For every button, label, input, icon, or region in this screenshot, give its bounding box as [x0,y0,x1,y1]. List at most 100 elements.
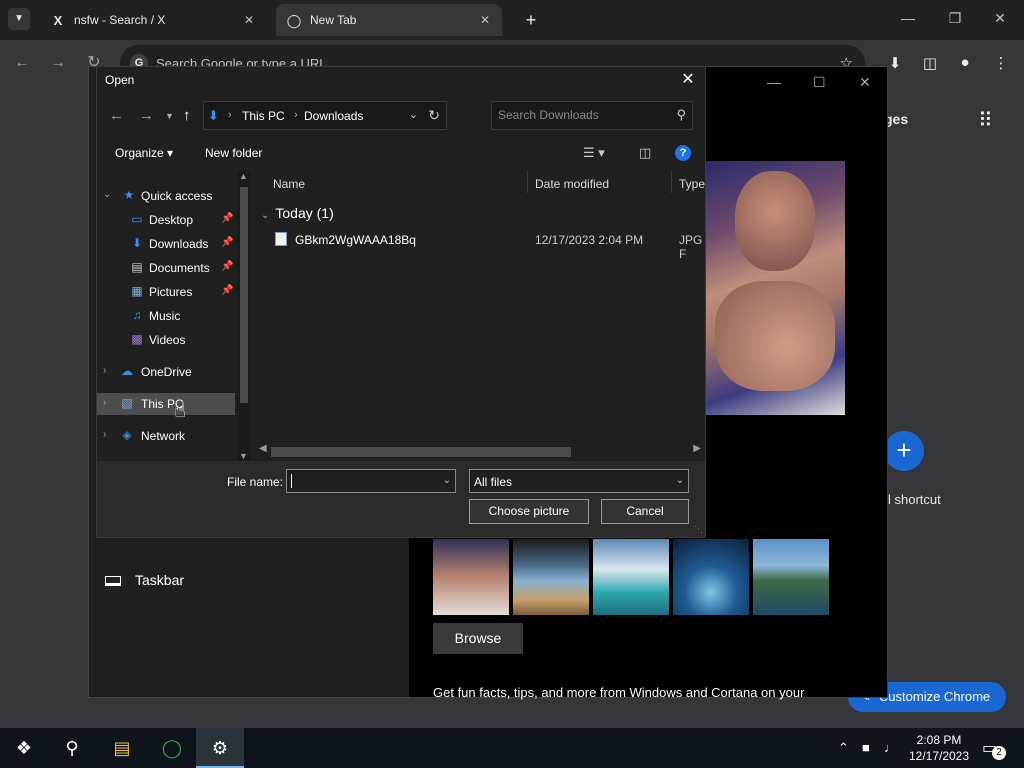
nav-item-this-pc[interactable]: › ▧ This PC [97,393,235,415]
profile-icon[interactable]: ● [954,54,976,71]
choose-picture-button[interactable]: Choose picture [469,499,589,524]
close-icon[interactable]: ✕ [679,69,697,91]
forward-icon[interactable]: → [46,52,70,74]
new-tab-button[interactable]: + [520,9,542,31]
horizontal-scrollbar[interactable]: ◀ ▶ [255,443,705,459]
scroll-up-icon[interactable]: ▲ [239,171,248,181]
recent-image-4[interactable] [673,539,749,615]
side-panel-icon[interactable]: ◫ [919,54,941,72]
organize-button[interactable]: Organize ▾ [115,146,173,160]
folder-icon: ▤ [113,738,131,758]
view-options-icon[interactable]: ☰ ▾ [583,145,605,161]
nav-label: Music [149,309,181,323]
file-type-value: All files [474,475,513,489]
resize-grip-icon[interactable]: ⋱ [694,524,703,535]
column-header-date[interactable]: Date modified [535,177,609,191]
chevron-down-icon[interactable]: ⌄ [103,189,111,200]
recent-image-1[interactable] [433,539,509,615]
nav-item-music[interactable]: ♫ Music [97,305,235,327]
dialog-footer: File name: ⌄ All files ⌄ Choose picture … [97,461,705,537]
chevron-down-icon[interactable]: ⌄ [443,475,451,486]
nav-scrollbar[interactable]: ▲ ▼ [237,171,251,461]
nav-item-onedrive[interactable]: › ☁ OneDrive [97,361,235,383]
new-folder-button[interactable]: New folder [205,146,262,160]
minimize-icon[interactable]: — [767,74,781,90]
tab-new-tab[interactable]: ◯ New Tab ✕ [276,4,502,36]
column-header-type[interactable]: Type [679,177,705,191]
recent-image-2[interactable] [513,539,589,615]
refresh-icon[interactable]: ↻ [428,107,440,124]
cancel-button[interactable]: Cancel [601,499,689,524]
back-icon[interactable]: ← [10,52,34,74]
chevron-right-icon[interactable]: › [103,397,106,408]
start-button[interactable]: ❖ [0,728,48,768]
preview-pane-icon[interactable]: ◫ [639,145,651,161]
close-window-icon[interactable]: ✕ [990,10,1010,27]
chevron-right-icon[interactable]: › [103,365,106,376]
forward-icon[interactable]: → [139,107,154,124]
settings-taskbar-item[interactable]: Taskbar [105,572,184,588]
clock-time: 2:08 PM [916,733,962,747]
music-icon: ♫ [132,308,142,322]
group-header-today[interactable]: ⌄ Today (1) [261,205,334,221]
file-type-select[interactable]: All files ⌄ [469,469,689,493]
add-shortcut-button[interactable]: + [884,431,924,471]
close-tab-icon[interactable]: ✕ [476,11,494,29]
recent-image-5[interactable] [753,539,829,615]
tab-search-button[interactable]: ▼ [8,8,30,30]
volume-muted-icon[interactable]: ♩ [884,740,897,755]
maximize-icon[interactable]: ☐ [813,74,826,91]
nav-item-documents[interactable]: ▤ Documents 📌 [97,257,235,279]
notifications-button[interactable]: ▭ 2 [982,738,1006,760]
file-explorer-button[interactable]: ▤ [98,728,146,768]
search-icon: ⚲ [65,738,79,758]
restore-icon[interactable]: ❐ [945,10,965,27]
file-name-input[interactable]: ⌄ [286,469,456,493]
browse-button[interactable]: Browse [433,623,523,654]
up-icon[interactable]: ↑ [183,107,191,124]
address-bar[interactable]: ⬇ › This PC › Downloads ⌄ ↻ [203,101,447,130]
preview-figure-head [735,171,815,271]
breadcrumb-downloads[interactable]: Downloads [304,109,363,123]
file-date: 12/17/2023 2:04 PM [535,233,644,247]
chevron-right-icon[interactable]: › [103,429,106,440]
tab-x-search[interactable]: X nsfw - Search / X ✕ [40,4,266,36]
chevron-down-icon[interactable]: ⌄ [409,108,418,121]
chrome-icon: ◯ [286,13,302,28]
scroll-left-icon[interactable]: ◀ [259,443,267,454]
menu-icon[interactable]: ⋮ [990,54,1012,72]
column-divider[interactable] [671,171,672,193]
apps-grid-icon[interactable]: ⠿ [978,108,993,133]
nav-label: Videos [149,333,186,347]
scroll-right-icon[interactable]: ▶ [693,443,701,454]
chevron-up-icon[interactable]: ⌃ [838,740,849,756]
nav-item-quick-access[interactable]: ⌄ ★ Quick access [97,185,235,207]
nav-item-desktop[interactable]: ▭ Desktop 📌 [97,209,235,231]
search-input[interactable] [498,108,668,122]
nav-item-network[interactable]: › ◈ Network [97,425,235,447]
back-icon[interactable]: ← [109,107,124,124]
clock[interactable]: 2:08 PM 12/17/2023 [906,732,972,764]
column-divider[interactable] [527,171,528,193]
scroll-thumb[interactable] [271,447,571,457]
nav-item-downloads[interactable]: ⬇ Downloads 📌 [97,233,235,255]
scroll-down-icon[interactable]: ▼ [239,451,248,461]
help-icon[interactable]: ? [675,145,691,161]
recent-image-3[interactable] [593,539,669,615]
breadcrumb-this-pc[interactable]: This PC [242,109,285,123]
pictures-icon: ▦ [131,284,143,298]
settings-button[interactable]: ⚙ [196,728,244,768]
minimize-icon[interactable]: — [898,10,918,26]
nav-item-pictures[interactable]: ▦ Pictures 📌 [97,281,235,303]
network-tray-icon[interactable]: ■ [862,740,870,755]
file-row[interactable]: GBkm2WgWAAA18Bq 12/17/2023 2:04 PM JPG F [255,229,705,261]
close-tab-icon[interactable]: ✕ [240,11,258,29]
column-header-name[interactable]: Name [273,177,305,191]
recent-locations-icon[interactable]: ▼ [165,111,174,121]
close-icon[interactable]: ✕ [859,74,871,91]
search-downloads-field[interactable]: ⚲ [491,101,693,130]
scroll-thumb[interactable] [240,187,248,403]
search-button[interactable]: ⚲ [48,728,96,768]
chrome-button[interactable]: ◯ [148,728,196,768]
nav-item-videos[interactable]: ▩ Videos [97,329,235,351]
